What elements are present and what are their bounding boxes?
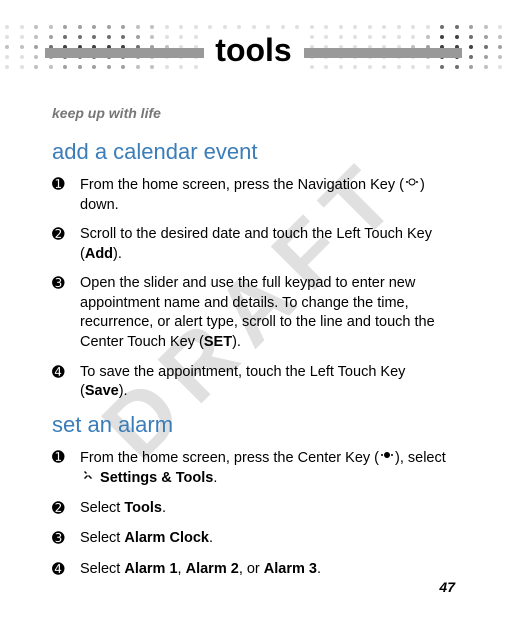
step-item: ➋ Scroll to the desired date and touch t… — [52, 225, 455, 264]
step-number: ➌ — [52, 529, 80, 549]
center-key-icon — [380, 448, 394, 469]
section-heading-set-alarm: set an alarm — [52, 412, 455, 438]
step-item: ➌ Open the slider and use the full keypa… — [52, 274, 455, 352]
page-number: 47 — [439, 579, 455, 595]
step-item: ➊ From the home screen, press the Center… — [52, 448, 455, 489]
navigation-key-icon — [405, 175, 419, 196]
step-item: ➍ To save the appointment, touch the Lef… — [52, 363, 455, 402]
step-number: ➍ — [52, 363, 80, 402]
step-item: ➊ From the home screen, press the Naviga… — [52, 175, 455, 215]
step-item: ➋ Select Tools. — [52, 499, 455, 519]
step-number: ➍ — [52, 560, 80, 580]
settings-tools-icon — [81, 468, 95, 489]
step-text: Select Alarm 1, Alarm 2, or Alarm 3. — [80, 560, 455, 580]
step-text: Select Alarm Clock. — [80, 529, 455, 549]
step-text: Select Tools. — [80, 499, 455, 519]
step-text: Scroll to the desired date and touch the… — [80, 225, 455, 264]
step-number: ➌ — [52, 274, 80, 352]
page-title: tools — [204, 32, 304, 69]
step-item: ➍ Select Alarm 1, Alarm 2, or Alarm 3. — [52, 560, 455, 580]
step-number: ➊ — [52, 448, 80, 489]
step-text: To save the appointment, touch the Left … — [80, 363, 455, 402]
step-number: ➋ — [52, 499, 80, 519]
step-item: ➌ Select Alarm Clock. — [52, 529, 455, 549]
step-text: From the home screen, press the Center K… — [80, 448, 455, 489]
section-heading-add-event: add a calendar event — [52, 139, 455, 165]
subtitle: keep up with life — [52, 105, 455, 121]
page-content: keep up with life add a calendar event ➊… — [0, 0, 507, 580]
step-number: ➋ — [52, 225, 80, 264]
step-text: Open the slider and use the full keypad … — [80, 274, 455, 352]
step-text: From the home screen, press the Navigati… — [80, 175, 455, 215]
step-number: ➊ — [52, 175, 80, 215]
